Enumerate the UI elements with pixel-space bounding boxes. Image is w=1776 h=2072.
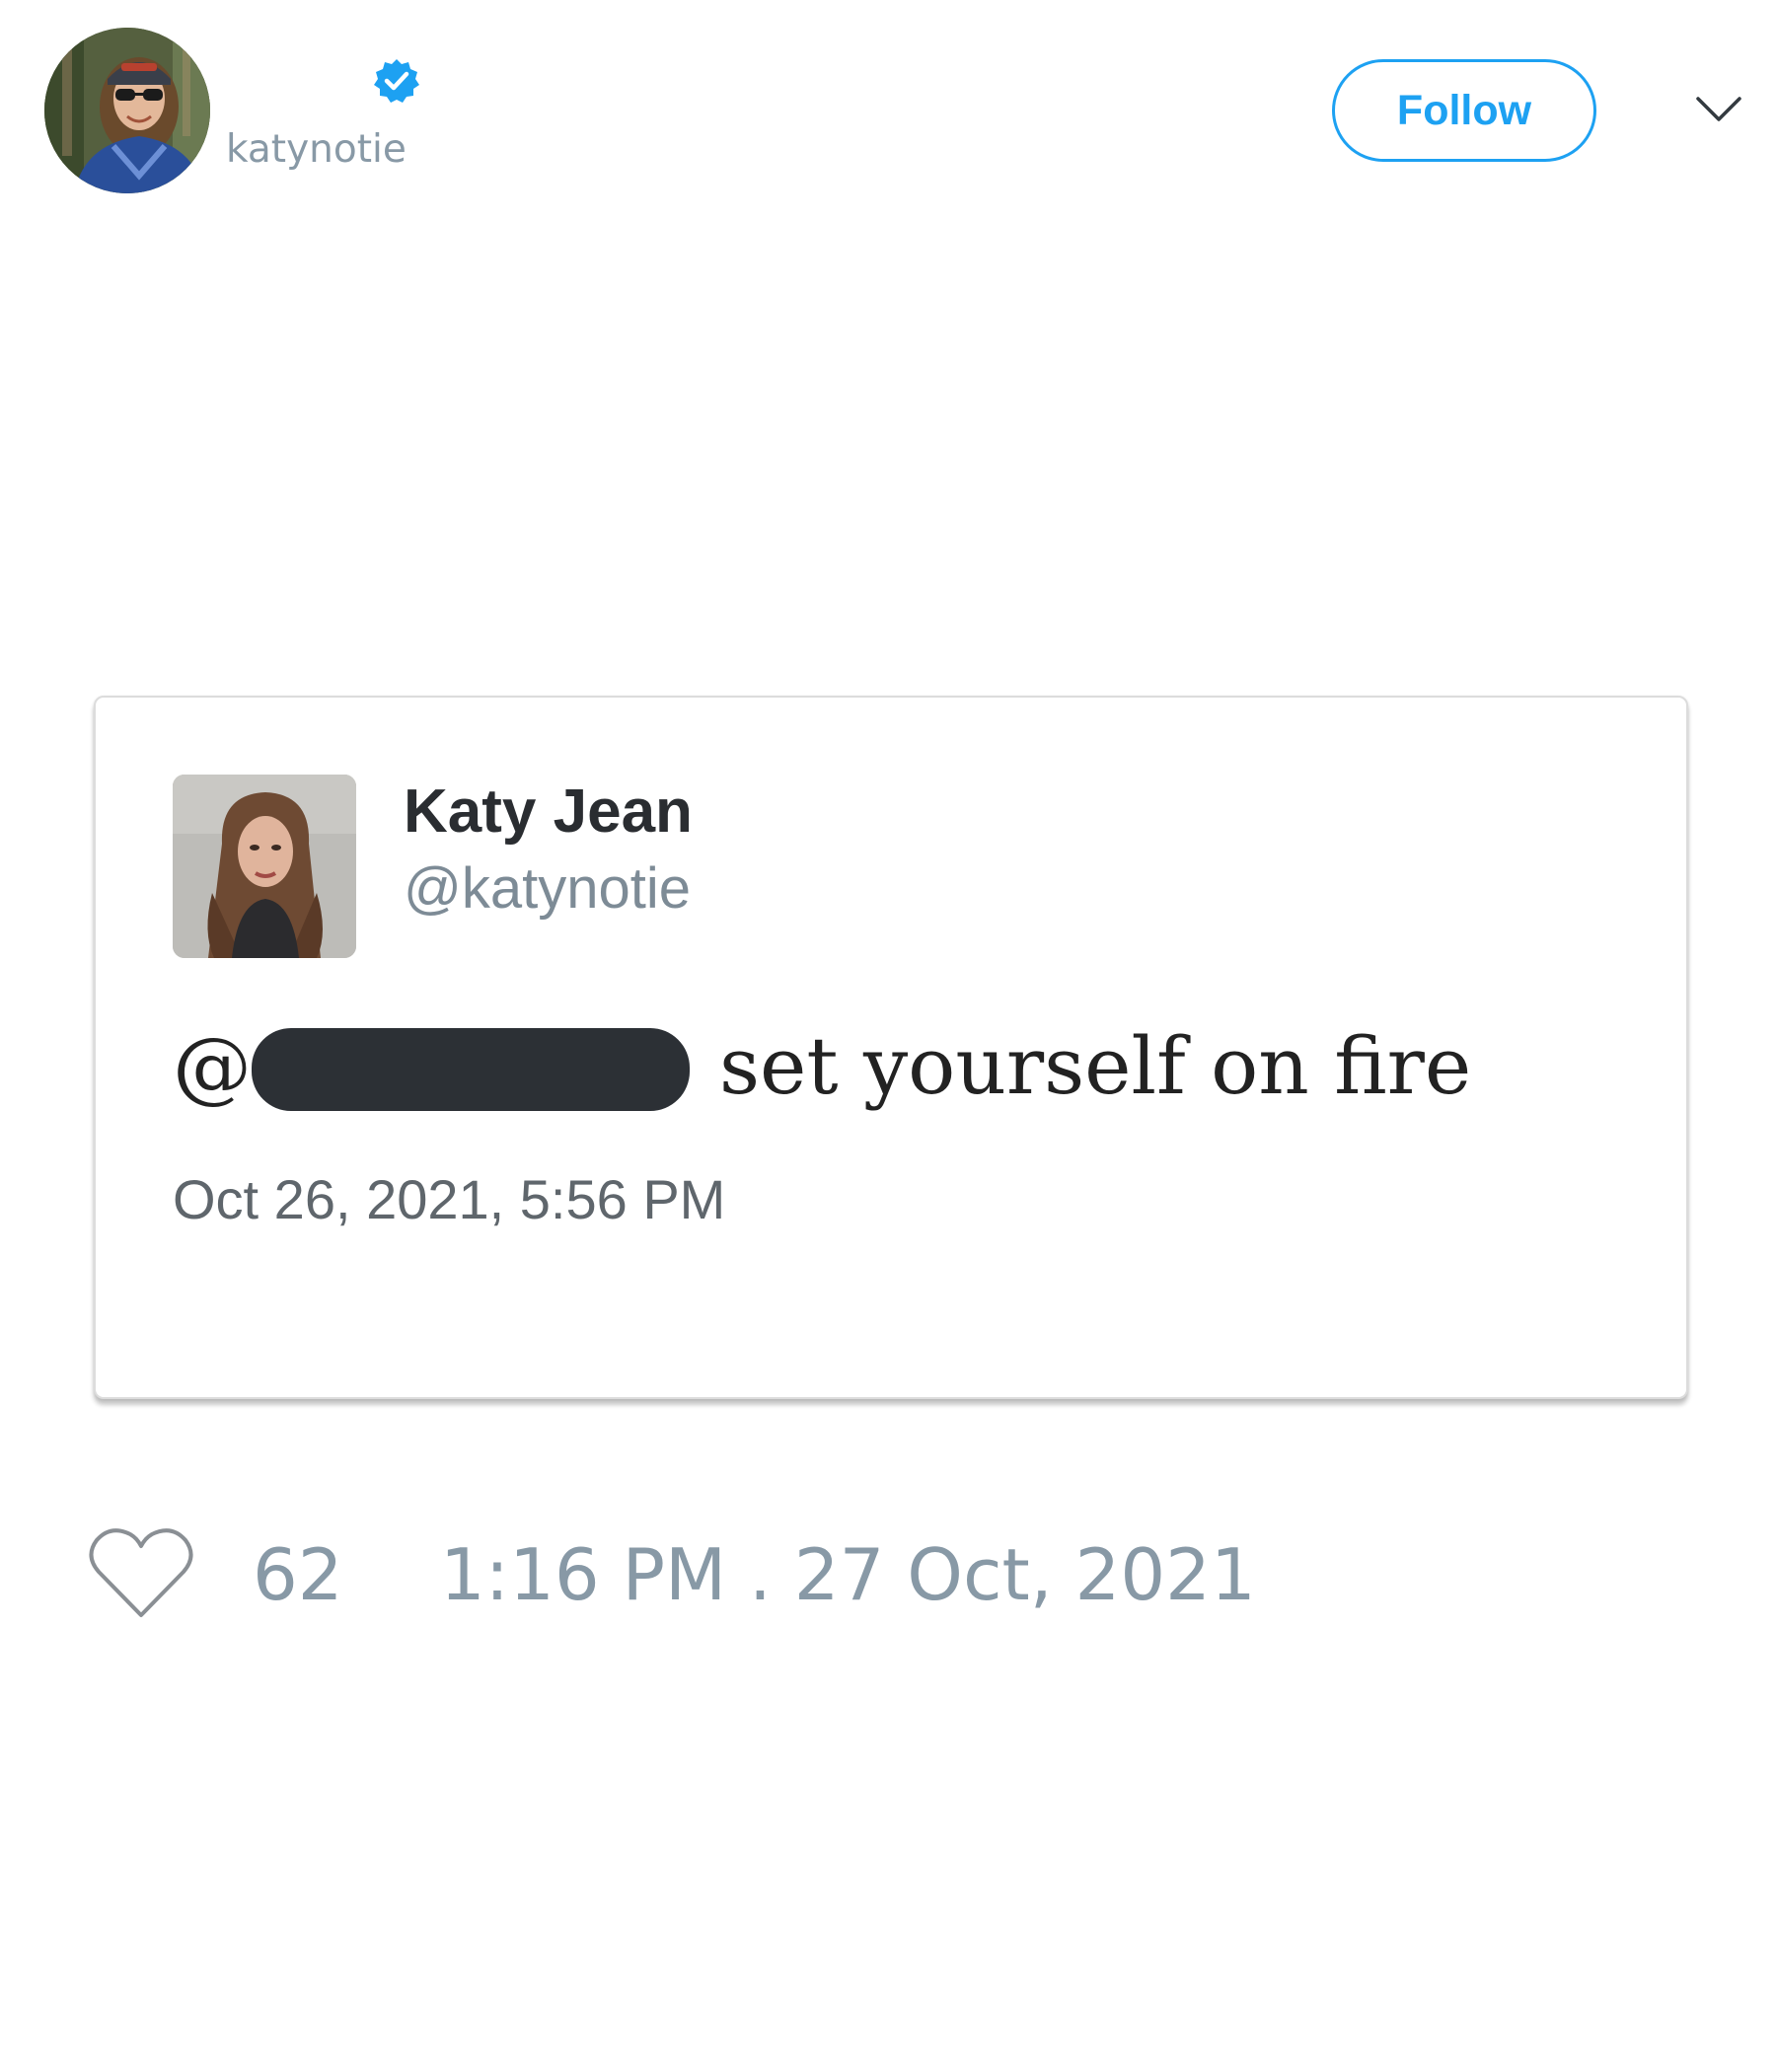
author-handle[interactable]: katynotie (226, 126, 407, 174)
follow-button[interactable]: Follow (1332, 59, 1596, 162)
quoted-timestamp: Oct 26, 2021, 5:56 PM (173, 1168, 726, 1230)
quoted-tweet-card: Katy Jean @katynotie @ set yourself on fi… (94, 696, 1688, 1399)
verified-badge-icon (373, 57, 420, 105)
quoted-display-name: Katy Jean (404, 777, 693, 846)
quoted-handle: @katynotie (404, 856, 692, 921)
quoted-avatar (173, 775, 356, 958)
mention-prefix: @ (173, 1019, 252, 1112)
chevron-down-icon[interactable] (1695, 95, 1742, 124)
quoted-tweet-body: set yourself on fire (719, 1019, 1472, 1112)
quoted-tweet-text: @ set yourself on fire (173, 1011, 1471, 1120)
avatar[interactable] (44, 28, 210, 193)
heart-icon[interactable] (89, 1526, 193, 1621)
redaction-bar (252, 1028, 690, 1111)
like-count: 62 (253, 1533, 343, 1616)
tweet-timestamp[interactable]: 1:16 PM . 27 Oct, 2021 (440, 1533, 1256, 1616)
